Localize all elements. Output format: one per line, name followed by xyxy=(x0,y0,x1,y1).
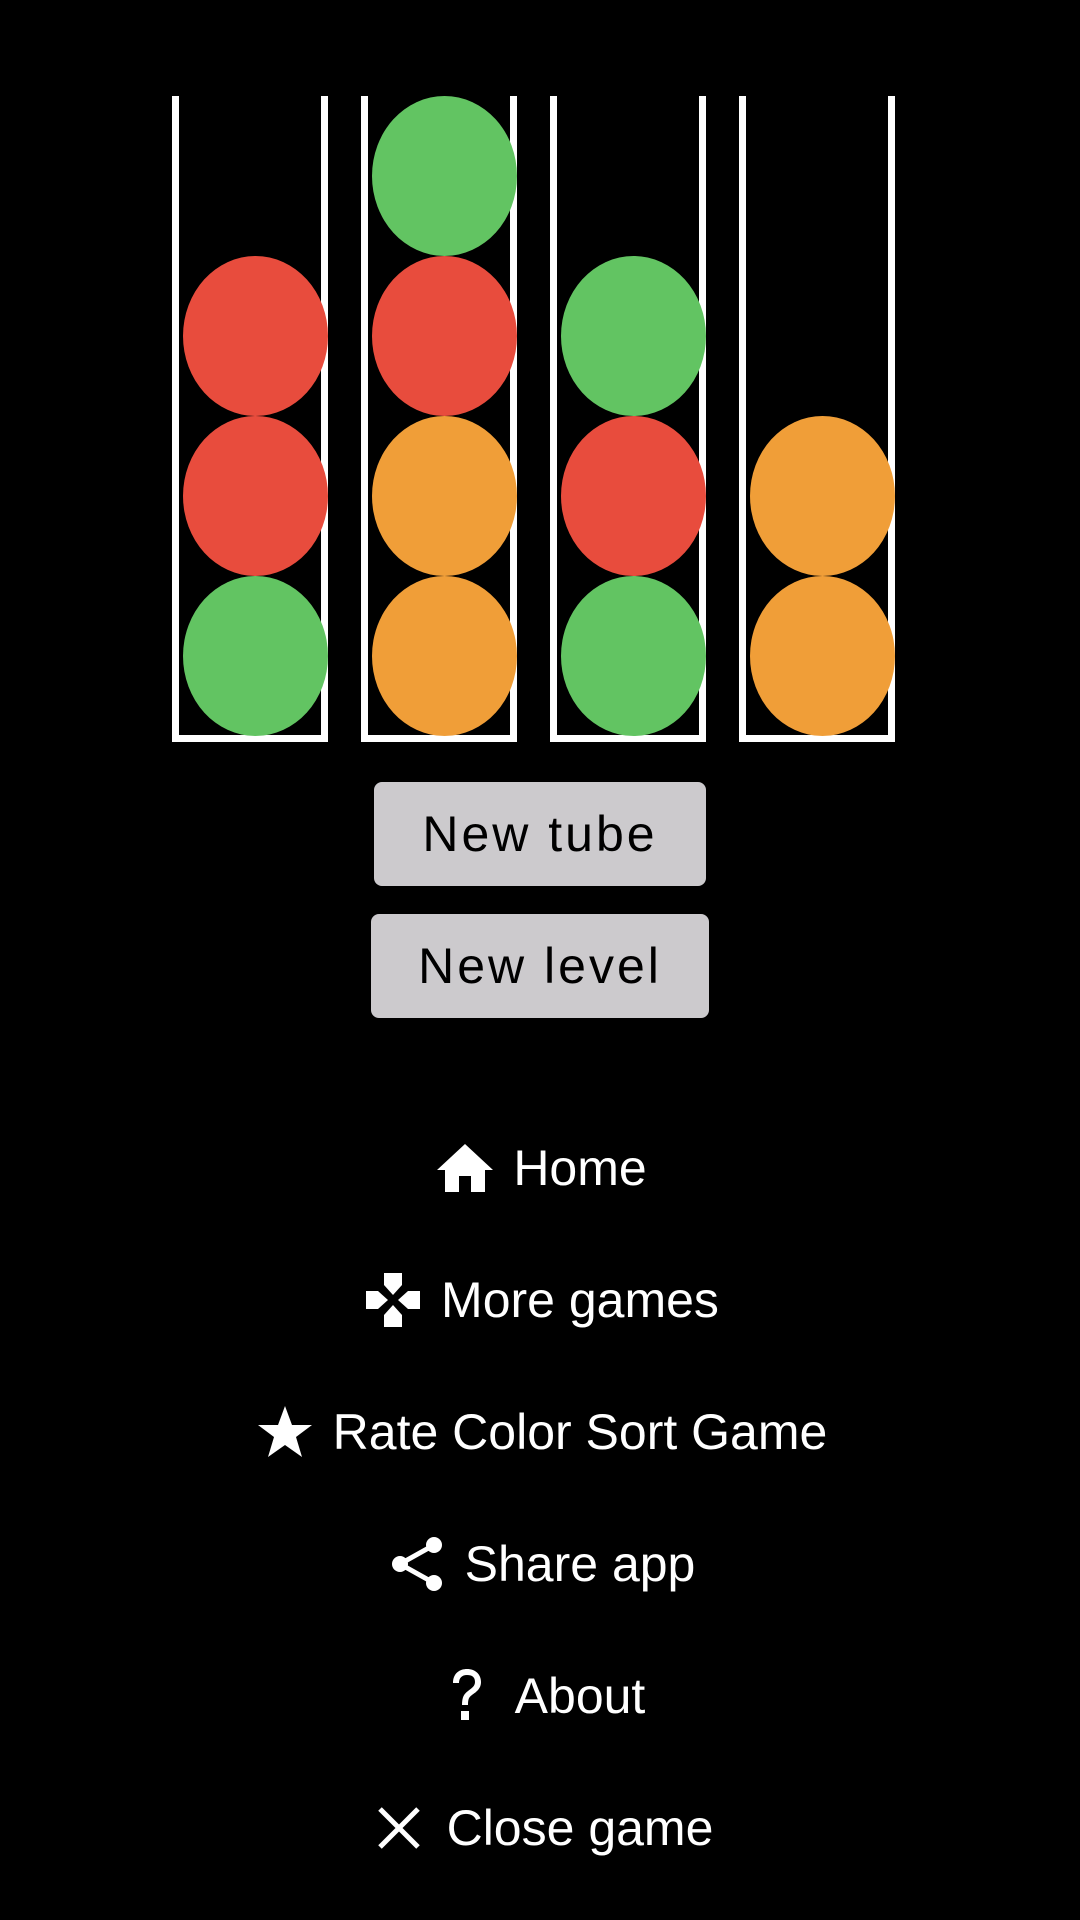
menu-item-rate[interactable]: Rate Color Sort Game xyxy=(0,1382,1080,1482)
ball-green xyxy=(183,576,328,736)
ball-red xyxy=(561,416,706,576)
ball-orange xyxy=(750,416,895,576)
menu-item-label: About xyxy=(514,1668,646,1724)
menu-item-label: Rate Color Sort Game xyxy=(332,1404,828,1460)
new-tube-button[interactable]: New tube xyxy=(374,782,706,886)
ball-red xyxy=(183,416,328,576)
game-screen: New tube New level Home More games Rate … xyxy=(0,0,1080,1920)
menu-item-share[interactable]: Share app xyxy=(0,1514,1080,1614)
ball-green xyxy=(372,96,517,256)
question-icon xyxy=(435,1664,499,1728)
tube-board xyxy=(0,0,1080,760)
star-icon xyxy=(253,1400,317,1464)
tube-2[interactable] xyxy=(361,96,517,742)
menu-item-close[interactable]: Close game xyxy=(0,1778,1080,1878)
menu-item-label: Home xyxy=(513,1140,647,1196)
gamepad-icon xyxy=(361,1268,425,1332)
home-icon xyxy=(433,1136,497,1200)
close-icon xyxy=(367,1796,431,1860)
ball-orange xyxy=(750,576,895,736)
menu-item-about[interactable]: About xyxy=(0,1646,1080,1746)
menu-item-more-games[interactable]: More games xyxy=(0,1250,1080,1350)
menu-item-label: Share app xyxy=(464,1536,696,1592)
tube-4[interactable] xyxy=(739,96,895,742)
tube-1[interactable] xyxy=(172,96,328,742)
menu-item-home[interactable]: Home xyxy=(0,1118,1080,1218)
ball-red xyxy=(372,256,517,416)
tube-3[interactable] xyxy=(550,96,706,742)
new-level-button[interactable]: New level xyxy=(371,914,709,1018)
ball-orange xyxy=(372,576,517,736)
ball-green xyxy=(561,256,706,416)
share-icon xyxy=(385,1532,449,1596)
menu-item-label: More games xyxy=(441,1272,719,1328)
ball-green xyxy=(561,576,706,736)
ball-red xyxy=(183,256,328,416)
ball-orange xyxy=(372,416,517,576)
menu-item-label: Close game xyxy=(446,1800,714,1856)
